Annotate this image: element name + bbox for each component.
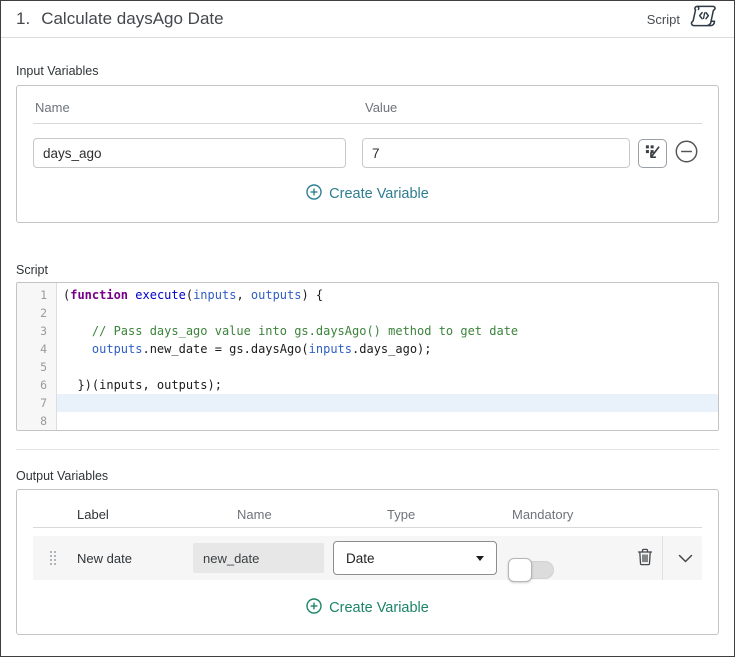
plus-circle-icon bbox=[306, 598, 322, 618]
step-header: 1. Calculate daysAgo Date Script bbox=[1, 1, 734, 38]
output-variable-label-text: New date bbox=[77, 550, 132, 566]
type-select-value: Date bbox=[346, 550, 375, 566]
code-line[interactable] bbox=[57, 412, 718, 430]
create-variable-label: Create Variable bbox=[329, 600, 429, 616]
code-line[interactable] bbox=[57, 304, 718, 322]
column-header-label: Label bbox=[77, 507, 109, 522]
line-number: 8 bbox=[40, 414, 47, 428]
data-pill-picker-button[interactable] bbox=[638, 138, 667, 168]
column-header-name: Name bbox=[35, 100, 70, 115]
chevron-down-icon bbox=[476, 556, 484, 561]
input-variables-column-headers: Name Value bbox=[33, 100, 702, 124]
code-line[interactable] bbox=[57, 358, 718, 376]
line-number: 2 bbox=[40, 306, 47, 320]
line-number-gutter: 1 2 3 4 5 6 7 8 bbox=[17, 283, 57, 430]
delete-variable-button[interactable] bbox=[628, 536, 662, 580]
remove-row-button[interactable] bbox=[674, 139, 699, 167]
drag-handle[interactable] bbox=[33, 551, 73, 565]
section-divider bbox=[16, 449, 719, 450]
script-section-label: Script bbox=[16, 263, 48, 277]
step-number: 1. bbox=[16, 9, 31, 28]
code-line[interactable] bbox=[57, 394, 718, 412]
column-header-name: Name bbox=[237, 507, 272, 522]
create-output-variable-button[interactable]: Create Variable bbox=[306, 598, 429, 618]
column-header-mandatory: Mandatory bbox=[512, 507, 574, 522]
line-number: 5 bbox=[40, 360, 47, 374]
code-area[interactable]: (function execute(inputs, outputs) { // … bbox=[57, 283, 718, 430]
script-code-editor[interactable]: 1 2 3 4 5 6 7 8 (function execute(inputs, outpu… bbox=[16, 282, 719, 431]
input-variables-label: Input Variables bbox=[16, 64, 99, 78]
column-header-value: Value bbox=[365, 100, 398, 115]
code-line[interactable]: })(inputs, outputs); bbox=[57, 376, 718, 394]
variable-name-input[interactable] bbox=[33, 138, 346, 168]
script-step-panel: 1. Calculate daysAgo Date Script Input V… bbox=[0, 0, 735, 657]
line-number: 6 bbox=[40, 378, 47, 392]
minus-circle-icon bbox=[674, 139, 699, 167]
line-number: 4 bbox=[40, 342, 47, 356]
create-variable-label: Create Variable bbox=[329, 186, 429, 202]
variable-value-input[interactable] bbox=[362, 138, 630, 168]
step-title: 1. Calculate daysAgo Date bbox=[16, 9, 224, 29]
code-line[interactable]: // Pass days_ago value into gs.daysAgo()… bbox=[57, 322, 718, 340]
drag-handle-icon bbox=[50, 551, 56, 565]
data-pill-picker-icon bbox=[644, 143, 661, 163]
output-variables-label: Output Variables bbox=[16, 469, 109, 483]
chevron-down-icon bbox=[678, 551, 693, 566]
trash-icon bbox=[637, 548, 653, 569]
script-scroll-code-icon bbox=[689, 4, 718, 34]
code-line[interactable]: outputs.new_date = gs.daysAgo(inputs.day… bbox=[57, 340, 718, 358]
output-variables-column-headers: Label Name Type Mandatory bbox=[33, 502, 702, 528]
plus-circle-icon bbox=[306, 184, 322, 204]
line-number: 3 bbox=[40, 324, 47, 338]
step-type-label: Script bbox=[646, 11, 680, 27]
step-title-text: Calculate daysAgo Date bbox=[41, 9, 224, 28]
output-variable-row: New date Date bbox=[33, 536, 702, 582]
output-variables-panel: Label Name Type Mandatory New date Date bbox=[16, 489, 719, 635]
type-select[interactable]: Date bbox=[333, 541, 497, 575]
create-input-variable-button[interactable]: Create Variable bbox=[306, 184, 429, 204]
input-variable-row bbox=[33, 138, 702, 168]
line-number: 7 bbox=[40, 396, 47, 410]
line-number: 1 bbox=[40, 288, 47, 302]
output-variable-name-field[interactable] bbox=[193, 543, 324, 573]
column-header-type: Type bbox=[387, 507, 416, 522]
code-line[interactable]: (function execute(inputs, outputs) { bbox=[57, 286, 718, 304]
input-variables-panel: Name Value days_ago 7 Create Variable bbox=[16, 85, 719, 223]
expand-row-button[interactable] bbox=[663, 536, 707, 580]
